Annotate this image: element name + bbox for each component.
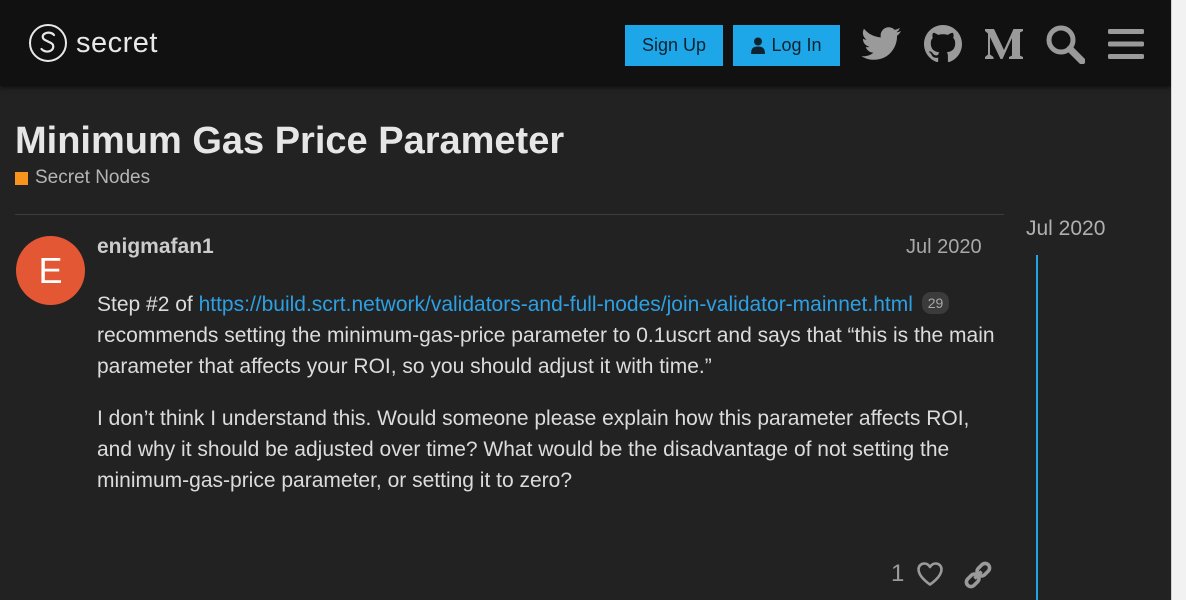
hamburger-menu-icon[interactable] <box>1104 22 1148 66</box>
topic-category[interactable]: Secret Nodes <box>15 167 150 189</box>
sign-up-button[interactable]: Sign Up <box>625 25 723 66</box>
post-paragraph-1: Step #2 of https://build.scrt.network/va… <box>97 289 997 382</box>
logo-text: secret <box>76 26 158 59</box>
site-header: secret Sign Up Log In <box>0 0 1171 86</box>
like-count[interactable]: 1 <box>891 560 904 588</box>
link-click-count-badge: 29 <box>921 292 950 314</box>
topic-divider <box>15 214 1004 215</box>
heart-icon[interactable] <box>916 560 944 588</box>
post-date[interactable]: Jul 2020 <box>906 236 982 259</box>
search-icon[interactable] <box>1043 22 1087 66</box>
post-body: Step #2 of https://build.scrt.network/va… <box>97 289 997 517</box>
log-in-label: Log In <box>771 35 822 55</box>
topic-title[interactable]: Minimum Gas Price Parameter <box>15 120 564 163</box>
medium-icon[interactable] <box>982 22 1026 66</box>
avatar[interactable]: E <box>16 236 85 305</box>
twitter-icon[interactable] <box>860 22 904 66</box>
category-color-badge <box>15 171 28 185</box>
site-logo[interactable]: secret <box>29 24 158 62</box>
log-in-button[interactable]: Log In <box>733 25 840 66</box>
post-paragraph-1-suffix: recommends setting the minimum-gas-price… <box>97 324 995 378</box>
post-paragraph-2: I don’t think I understand this. Would s… <box>97 407 970 492</box>
timeline-scrubber[interactable] <box>1036 255 1038 600</box>
validator-guide-link[interactable]: https://build.scrt.network/validators-an… <box>199 293 913 316</box>
secret-logo-icon <box>29 24 67 62</box>
page-scrollbar[interactable] <box>1171 0 1186 600</box>
timeline-date[interactable]: Jul 2020 <box>1026 217 1105 241</box>
post-paragraph-1-prefix: Step #2 of <box>97 293 199 316</box>
github-icon[interactable] <box>921 22 965 66</box>
user-icon <box>751 37 766 54</box>
link-icon[interactable] <box>963 560 993 590</box>
category-name: Secret Nodes <box>35 167 151 188</box>
post-username[interactable]: enigmafan1 <box>97 235 214 259</box>
